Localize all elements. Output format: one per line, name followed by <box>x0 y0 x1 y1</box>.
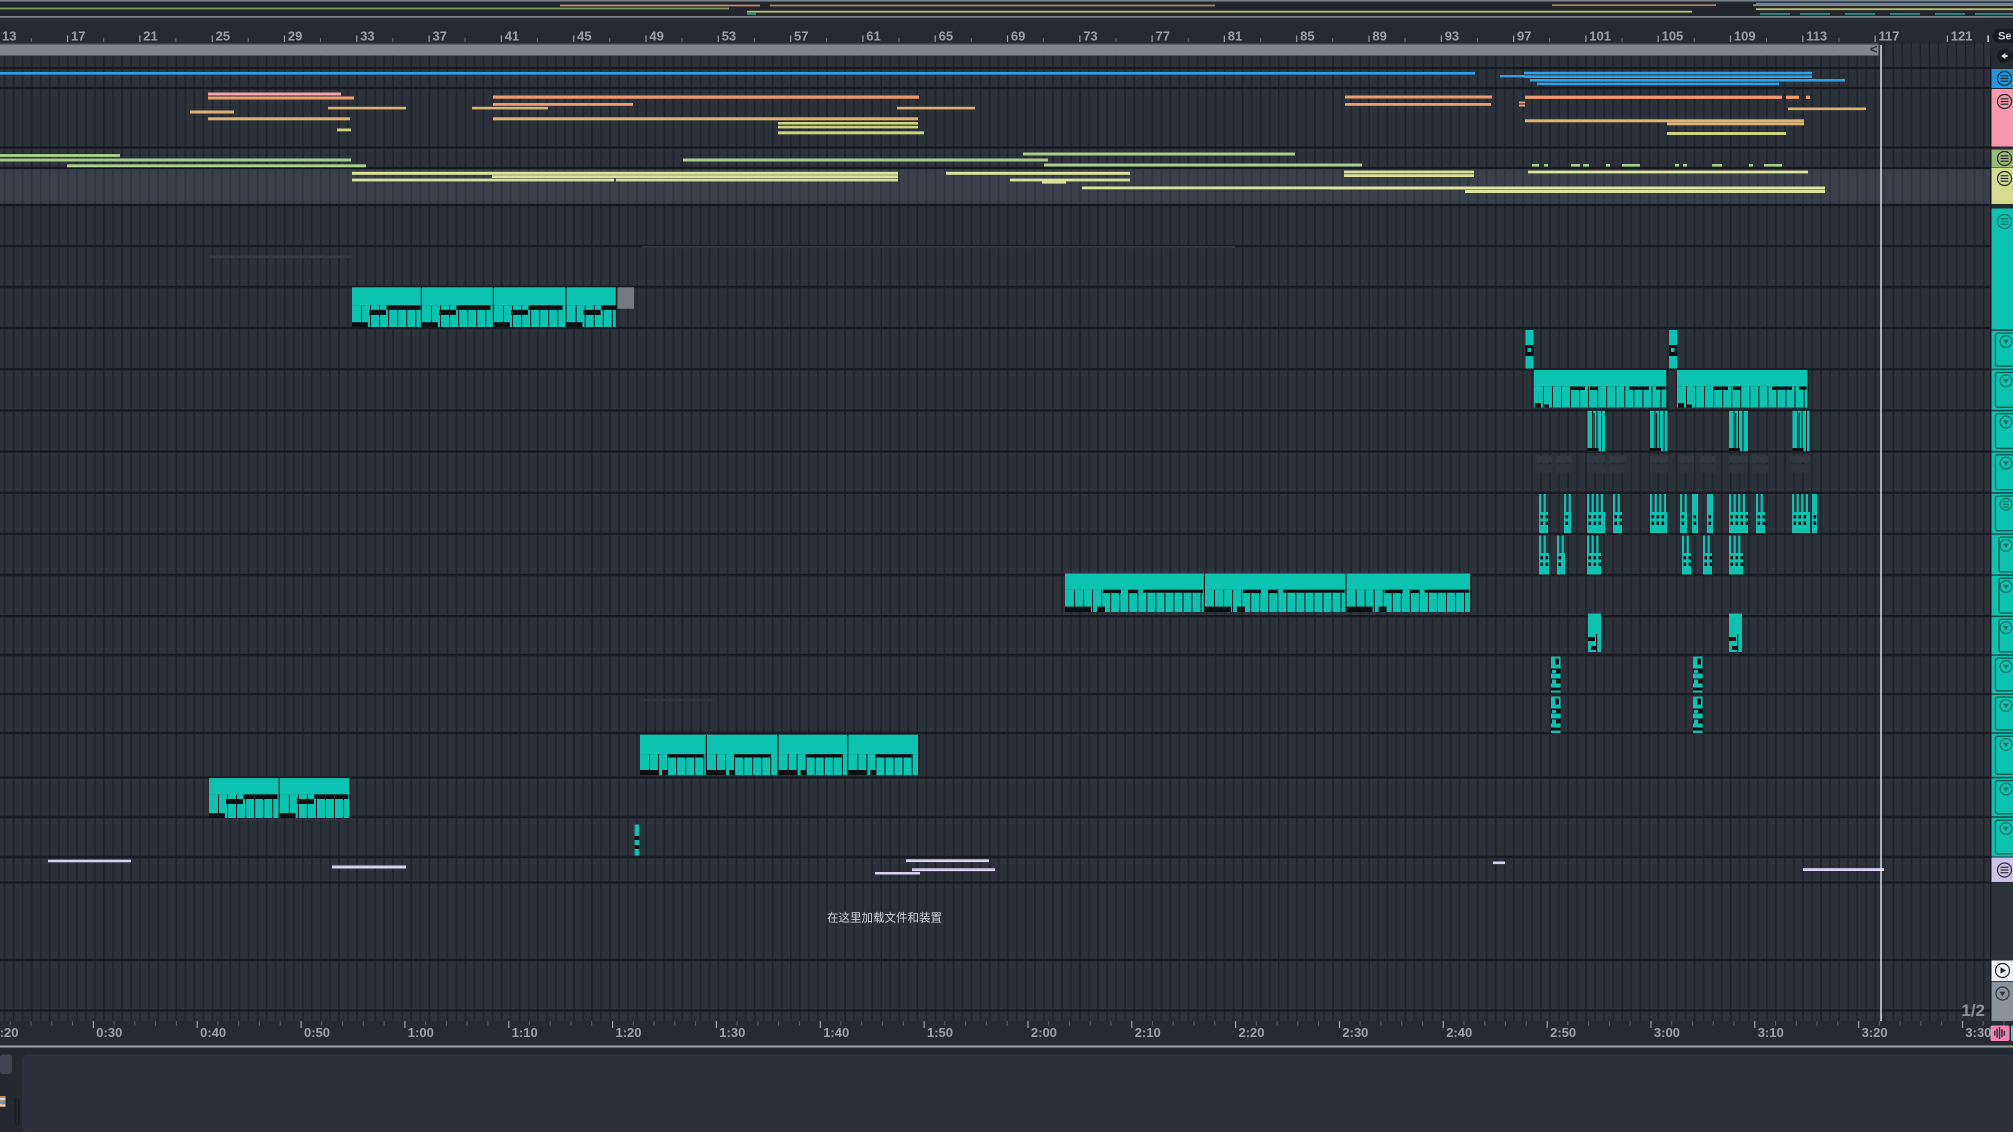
svg-text:109: 109 <box>1734 28 1756 43</box>
svg-text:1/2: 1/2 <box>1961 1001 1985 1020</box>
svg-text:3:00: 3:00 <box>1654 1025 1680 1040</box>
svg-text:<: < <box>1870 42 1878 57</box>
svg-text:25: 25 <box>216 28 230 43</box>
svg-text:1:40: 1:40 <box>823 1025 849 1040</box>
svg-text:101: 101 <box>1589 28 1611 43</box>
svg-text:3:10: 3:10 <box>1758 1025 1784 1040</box>
svg-text:53: 53 <box>722 28 736 43</box>
svg-text:2:10: 2:10 <box>1135 1025 1161 1040</box>
svg-text:1:30: 1:30 <box>719 1025 745 1040</box>
svg-text:2:40: 2:40 <box>1446 1025 1472 1040</box>
svg-text:117: 117 <box>1879 28 1900 43</box>
svg-text:2:20: 2:20 <box>1239 1025 1265 1040</box>
svg-text:49: 49 <box>649 28 663 43</box>
svg-text:89: 89 <box>1372 28 1386 43</box>
svg-text:121: 121 <box>1951 28 1973 43</box>
svg-text:33: 33 <box>360 28 374 43</box>
svg-text:13: 13 <box>2 28 16 43</box>
svg-text:2:50: 2:50 <box>1550 1025 1576 1040</box>
svg-text:45: 45 <box>577 28 591 43</box>
svg-text:93: 93 <box>1445 28 1459 43</box>
svg-text:85: 85 <box>1300 28 1314 43</box>
svg-text:105: 105 <box>1662 28 1684 43</box>
svg-text:73: 73 <box>1083 28 1097 43</box>
svg-text:Se: Se <box>1998 31 2011 43</box>
svg-text:1:20: 1:20 <box>616 1025 642 1040</box>
svg-text:69: 69 <box>1011 28 1025 43</box>
svg-text:21: 21 <box>143 28 157 43</box>
svg-text:37: 37 <box>433 28 447 43</box>
svg-text:3:30: 3:30 <box>1965 1025 1991 1040</box>
svg-text:65: 65 <box>939 28 953 43</box>
svg-text:41: 41 <box>505 28 519 43</box>
svg-text:17: 17 <box>71 28 85 43</box>
svg-text:0:30: 0:30 <box>96 1025 122 1040</box>
svg-text:0:50: 0:50 <box>304 1025 330 1040</box>
svg-text:57: 57 <box>794 28 808 43</box>
svg-text:61: 61 <box>866 28 880 43</box>
svg-text:2:00: 2:00 <box>1031 1025 1057 1040</box>
svg-text:0:20: 0:20 <box>0 1025 19 1040</box>
svg-text:81: 81 <box>1228 28 1242 43</box>
svg-text:77: 77 <box>1156 28 1170 43</box>
svg-text:1:50: 1:50 <box>927 1025 953 1040</box>
svg-text:0:40: 0:40 <box>200 1025 226 1040</box>
svg-text:1:10: 1:10 <box>512 1025 538 1040</box>
svg-text:2:30: 2:30 <box>1342 1025 1368 1040</box>
svg-text:3:20: 3:20 <box>1862 1025 1888 1040</box>
svg-text:97: 97 <box>1517 28 1531 43</box>
svg-text:113: 113 <box>1806 28 1827 43</box>
svg-text:在这里加载文件和装置: 在这里加载文件和装置 <box>827 911 942 925</box>
svg-text:29: 29 <box>288 28 302 43</box>
svg-text:1:00: 1:00 <box>408 1025 434 1040</box>
